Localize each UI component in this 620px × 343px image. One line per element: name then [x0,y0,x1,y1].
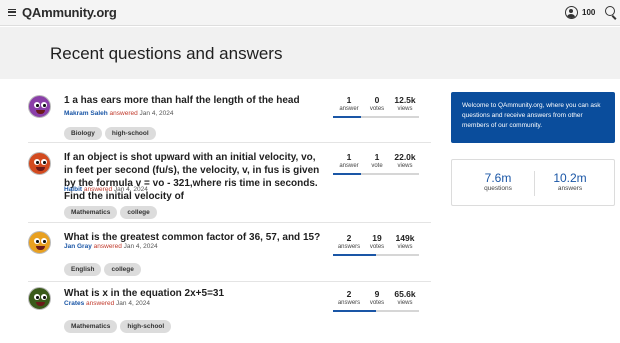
answers-count: 10.2m [553,171,587,185]
tag[interactable]: college [120,206,157,219]
author-link[interactable]: Makram Saleh [64,110,108,117]
avatar[interactable] [28,231,51,254]
top-bar: QAmmunity.org 100 [0,0,620,26]
view-count: 22.0k [394,152,416,162]
answered-label: answered [93,243,122,250]
answer-count-label: answer [339,163,359,169]
divider [28,222,431,223]
avatar[interactable] [28,95,51,118]
view-count: 149k [395,233,415,243]
answer-count: 2 [346,289,352,299]
questions-count: 7.6m [484,171,512,185]
avatar[interactable] [28,287,51,310]
view-count: 12.5k [394,95,416,105]
user-icon[interactable] [565,6,578,19]
tag[interactable]: Mathematics [64,320,118,333]
answered-label: answered [83,186,113,193]
vote-count: 0 [374,95,380,105]
divider [28,142,431,143]
question-meta: Makram Saleh answered Jan 4, 2024 [64,110,174,117]
site-stats-box: 7.6m questions 10.2m answers [451,159,615,206]
answer-progress-bar [333,116,419,118]
author-link[interactable]: Halbit [64,186,82,193]
avatar[interactable] [28,152,51,175]
answer-count: 1 [346,152,352,162]
welcome-box: Welcome to QAmmunity.org, where you can … [451,92,615,143]
view-count-label: views [397,163,413,169]
tag-list: Mathematics college [64,201,160,219]
vote-count: 1 [374,152,380,162]
tag-list: Biology high-school [64,122,159,140]
vote-count-label: vote [371,163,383,169]
question-item: 1 a has ears more than half the length o… [0,93,440,143]
question-meta: Halbit answered Jan 4, 2024 [64,186,148,193]
view-count-label: views [397,300,413,306]
question-date: Jan 4, 2024 [116,300,151,307]
question-title[interactable]: 1 a has ears more than half the length o… [64,94,326,107]
search-icon[interactable] [605,6,615,16]
answer-count-label: answer [339,106,359,112]
answer-progress-bar [333,173,419,175]
view-count: 65.6k [394,289,416,299]
author-link[interactable]: Jan Gray [64,243,92,250]
question-meta: Jan Gray answered Jan 4, 2024 [64,243,158,250]
page-title: Recent questions and answers [50,44,283,63]
author-link[interactable]: Crates [64,300,84,307]
questions-count-label: questions [484,185,512,192]
answer-progress-bar [333,254,419,256]
tag[interactable]: high-school [120,320,172,333]
answered-label: answered [109,110,138,117]
question-item: What is the greatest common factor of 36… [0,230,440,280]
answer-count-label: answers [337,300,361,306]
question-date: Jan 4, 2024 [113,186,148,193]
answers-count-label: answers [557,185,583,192]
divider [534,171,535,196]
vote-count: 9 [374,289,380,299]
tag[interactable]: high-school [104,127,156,140]
vote-count-label: votes [369,244,385,250]
question-item: What is x in the equation 2x+5=31 Crates… [0,286,440,336]
tag[interactable]: Mathematics [64,206,118,219]
view-count-label: views [397,106,413,112]
divider [28,281,431,282]
vote-count: 19 [372,233,382,243]
site-logo[interactable]: QAmmunity.org [22,5,117,20]
question-date: Jan 4, 2024 [123,243,158,250]
question-date: Jan 4, 2024 [139,110,174,117]
answer-progress-bar [333,310,419,312]
tag-list: English college [64,258,144,276]
answer-count-label: answers [337,244,361,250]
tag-list: Mathematics high-school [64,315,174,333]
question-meta: Crates answered Jan 4, 2024 [64,300,150,307]
vote-count-label: votes [369,300,385,306]
menu-icon[interactable] [8,9,16,16]
vote-count-label: votes [369,106,385,112]
view-count-label: views [397,244,413,250]
question-item: If an object is shot upward with an init… [0,150,440,220]
page-header: Recent questions and answers [0,27,620,79]
answer-count: 2 [346,233,352,243]
question-title[interactable]: If an object is shot upward with an init… [64,151,326,203]
answered-label: answered [86,300,115,307]
tag[interactable]: English [64,263,102,276]
question-title[interactable]: What is x in the equation 2x+5=31 [64,287,326,300]
tag[interactable]: Biology [64,127,102,140]
tag[interactable]: college [104,263,141,276]
answer-count: 1 [346,95,352,105]
user-points: 100 [582,8,596,17]
